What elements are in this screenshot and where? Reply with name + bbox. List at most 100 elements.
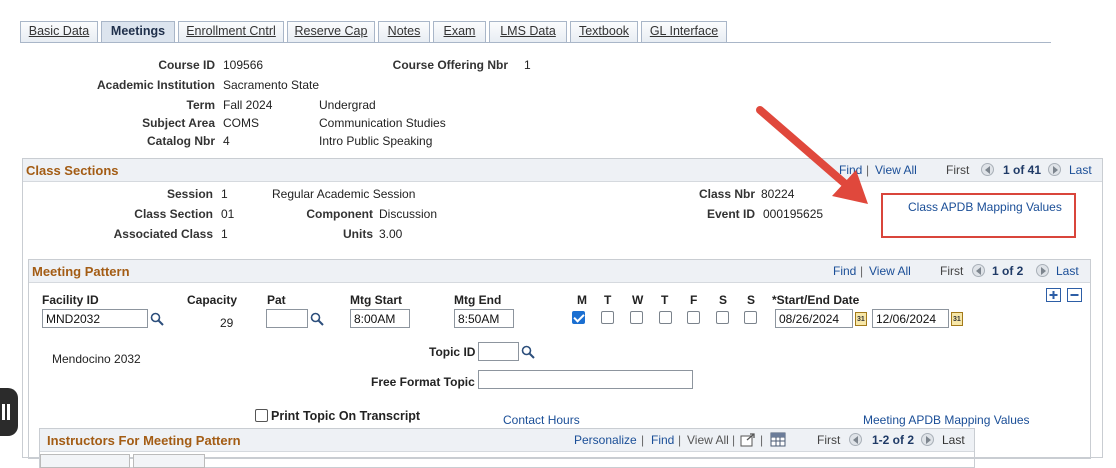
instructors-first: First (817, 433, 841, 447)
new-window-icon[interactable] (740, 433, 756, 447)
class-sections-view-all-link[interactable]: View All (875, 163, 917, 177)
session-label: Session (166, 187, 213, 201)
topic-id-label: Topic ID (429, 345, 476, 359)
separator: | (760, 433, 764, 447)
session-desc: Regular Academic Session (272, 187, 416, 201)
highlight-box (881, 193, 1076, 238)
class-sections-header: Class Sections Find | View All First 1 o… (23, 159, 1102, 182)
tab-enrollment-cntrl[interactable]: Enrollment Cntrl (178, 21, 284, 42)
thursday-checkbox[interactable] (659, 311, 672, 324)
sunday-checkbox[interactable] (744, 311, 757, 324)
instructors-grid-tab[interactable] (133, 454, 205, 468)
event-id-label: Event ID (706, 207, 755, 221)
print-topic-checkbox[interactable] (255, 409, 268, 422)
prev-arrow-icon[interactable] (849, 433, 862, 446)
meeting-apdb-mapping-link[interactable]: Meeting APDB Mapping Values (863, 413, 1030, 427)
meeting-pattern-find-link[interactable]: Find (833, 264, 856, 278)
meeting-pattern-view-all-link[interactable]: View All (869, 264, 911, 278)
meeting-pattern-count: 1 of 2 (992, 264, 1024, 278)
separator: | (678, 433, 682, 447)
instructors-personalize-link[interactable]: Personalize (574, 433, 637, 447)
instructors-last-link[interactable]: Last (942, 433, 965, 447)
callout-arrow-icon (756, 106, 868, 204)
tab-notes[interactable]: Notes (378, 21, 430, 42)
start-date-calendar-icon[interactable]: 31 (855, 312, 867, 326)
tab-gl-interface[interactable]: GL Interface (641, 21, 727, 42)
start-date-input[interactable] (775, 309, 853, 328)
instructors-find-link[interactable]: Find (651, 433, 674, 447)
pat-lookup-icon[interactable] (310, 312, 324, 326)
facility-id-label: Facility ID (42, 293, 99, 307)
free-format-topic-label: Free Format Topic (371, 375, 475, 389)
day-label-sat: S (719, 293, 728, 307)
handle-grip-icon (7, 404, 10, 420)
class-sections-count: 1 of 41 (1003, 163, 1042, 177)
class-sections-last-link[interactable]: Last (1069, 163, 1092, 177)
subject-label: Subject Area (142, 116, 215, 130)
class-section-value: 01 (221, 207, 235, 221)
end-date-calendar-icon[interactable]: 31 (951, 312, 963, 326)
delete-row-icon[interactable] (1067, 288, 1082, 302)
component-label: Component (306, 207, 373, 221)
instructors-grid-tab[interactable] (40, 454, 130, 468)
tab-basic-data[interactable]: Basic Data (20, 21, 98, 42)
wednesday-checkbox[interactable] (630, 311, 643, 324)
saturday-checkbox[interactable] (716, 311, 729, 324)
subject-value: COMS (223, 116, 259, 130)
prev-arrow-icon[interactable] (981, 163, 994, 176)
instructors-view-all[interactable]: View All (687, 433, 729, 447)
tab-lms-data[interactable]: LMS Data (489, 21, 567, 42)
associated-class-value: 1 (221, 227, 228, 241)
meeting-pattern-last-link[interactable]: Last (1056, 264, 1079, 278)
meeting-pattern-header: Meeting Pattern Find | View All First 1 … (29, 260, 1090, 283)
instructors-title: Instructors For Meeting Pattern (47, 433, 241, 448)
session-value: 1 (221, 187, 228, 201)
capacity-value: 29 (220, 316, 234, 330)
units-label: Units (343, 227, 373, 241)
handle-grip-icon (2, 404, 5, 420)
download-spreadsheet-icon[interactable] (770, 432, 786, 447)
mtg-end-input[interactable] (454, 309, 514, 328)
separator: | (641, 433, 645, 447)
contact-hours-link[interactable]: Contact Hours (503, 413, 580, 427)
tab-textbook[interactable]: Textbook (570, 21, 638, 42)
instructors-panel: Instructors For Meeting Pattern Personal… (39, 428, 975, 468)
course-id-value: 109566 (223, 58, 264, 72)
prev-arrow-icon[interactable] (972, 264, 985, 277)
topic-id-input[interactable] (478, 342, 519, 361)
facility-lookup-icon[interactable] (150, 312, 164, 326)
institution-label: Academic Institution (96, 78, 215, 92)
mtg-start-input[interactable] (350, 309, 410, 328)
meeting-pattern-first: First (940, 264, 964, 278)
add-row-icon[interactable] (1046, 288, 1061, 302)
day-label-wed: W (632, 293, 644, 307)
topic-lookup-icon[interactable] (521, 345, 535, 359)
tab-meetings[interactable]: Meetings (101, 21, 175, 42)
tab-underline (20, 42, 1051, 43)
end-date-input[interactable] (872, 309, 949, 328)
associated-class-label: Associated Class (113, 227, 213, 241)
institution-value: Sacramento State (223, 78, 320, 92)
separator: | (860, 264, 864, 278)
print-topic-label: Print Topic On Transcript (271, 409, 421, 423)
next-arrow-icon[interactable] (1036, 264, 1049, 277)
instructors-count: 1-2 of 2 (872, 433, 915, 447)
tab-reserve-cap[interactable]: Reserve Cap (287, 21, 375, 42)
tuesday-checkbox[interactable] (601, 311, 614, 324)
next-arrow-icon[interactable] (1048, 163, 1061, 176)
free-format-topic-input[interactable] (478, 370, 693, 389)
friday-checkbox[interactable] (687, 311, 700, 324)
capacity-label: Capacity (187, 293, 238, 307)
meeting-pattern-title: Meeting Pattern (32, 264, 130, 279)
component-value: Discussion (379, 207, 438, 221)
course-offering-label: Course Offering Nbr (392, 58, 508, 72)
monday-checkbox[interactable] (572, 311, 585, 324)
facility-id-input[interactable] (42, 309, 148, 328)
tab-exam[interactable]: Exam (433, 21, 486, 42)
pat-input[interactable] (266, 309, 308, 328)
units-value: 3.00 (379, 227, 403, 241)
day-label-tue: T (604, 293, 612, 307)
side-panel-handle[interactable] (0, 388, 18, 436)
next-arrow-icon[interactable] (921, 433, 934, 446)
course-offering-value: 1 (524, 58, 531, 72)
